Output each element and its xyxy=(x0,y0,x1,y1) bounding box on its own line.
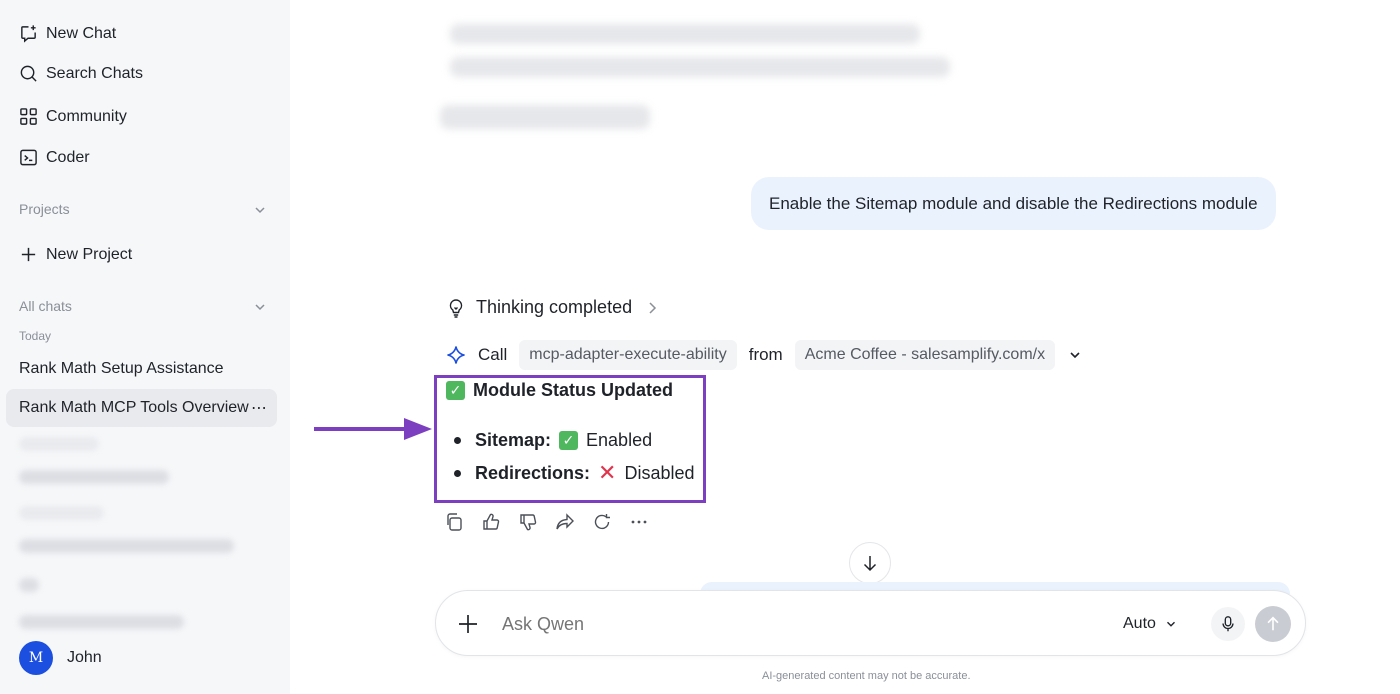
bullet-icon xyxy=(454,469,461,477)
chevron-down-icon[interactable] xyxy=(252,202,268,218)
blurred-content xyxy=(450,57,950,77)
status-title: ✓ Module Status Updated xyxy=(446,380,673,401)
chat-item-label: Rank Math MCP Tools Overview xyxy=(19,399,249,416)
search-icon xyxy=(20,65,37,82)
search-chats-label: Search Chats xyxy=(46,64,143,82)
chat-item[interactable]: Rank Math Setup Assistance xyxy=(19,360,224,378)
chat-input-box: Auto xyxy=(435,590,1306,656)
chat-item-active[interactable]: Rank Math MCP Tools Overview ⋯ xyxy=(6,389,277,427)
new-chat-label: New Chat xyxy=(46,24,117,42)
copy-icon[interactable] xyxy=(444,512,464,532)
lightbulb-icon xyxy=(449,298,463,318)
more-options-icon[interactable] xyxy=(629,512,649,532)
community-button[interactable]: Community xyxy=(19,107,127,126)
from-label: from xyxy=(748,345,783,364)
check-mark-icon: ✓ xyxy=(446,381,465,400)
regenerate-icon[interactable] xyxy=(592,512,612,532)
new-chat-button[interactable]: New Chat xyxy=(19,24,116,43)
microphone-icon xyxy=(1222,616,1234,632)
community-label: Community xyxy=(46,107,127,125)
tool-name-pill: mcp-adapter-execute-ability xyxy=(519,340,737,370)
ai-disclaimer: AI-generated content may not be accurate… xyxy=(762,670,971,682)
cross-mark-icon: ✕ xyxy=(598,460,617,485)
chevron-down-icon[interactable] xyxy=(1067,347,1083,363)
bullet-icon xyxy=(454,437,461,444)
chat-input[interactable] xyxy=(502,614,1062,635)
blurred-chat-heading xyxy=(19,506,104,520)
search-chats-button[interactable]: Search Chats xyxy=(19,64,143,83)
user-message-bubble: Enable the Sitemap module and disable th… xyxy=(751,177,1276,230)
status-item-key: Sitemap: xyxy=(475,430,552,450)
blurred-chat-item[interactable] xyxy=(19,470,169,484)
new-chat-icon xyxy=(21,25,36,43)
microphone-button[interactable] xyxy=(1211,607,1245,641)
status-item-value: Disabled xyxy=(624,462,695,483)
call-label: Call xyxy=(478,345,508,364)
blurred-chat-item[interactable] xyxy=(19,615,184,629)
status-title-text: Module Status Updated xyxy=(473,380,674,400)
thinking-label: Thinking completed xyxy=(476,297,633,317)
blurred-chat-item[interactable] xyxy=(19,539,234,553)
thumbs-down-icon[interactable] xyxy=(518,512,538,532)
scroll-down-button[interactable] xyxy=(849,542,891,584)
annotation-arrow-icon xyxy=(314,418,432,440)
status-item-redirections: Redirections: ✕ Disabled xyxy=(454,462,695,484)
sparkle-icon xyxy=(447,346,465,364)
coder-button[interactable]: Coder xyxy=(19,148,90,167)
thinking-status[interactable]: Thinking completed xyxy=(446,297,662,318)
blurred-content xyxy=(440,105,650,129)
projects-heading: Projects xyxy=(19,201,70,217)
chevron-down-icon xyxy=(1166,621,1175,627)
plus-icon xyxy=(21,247,36,262)
avatar: M xyxy=(19,641,53,675)
mode-select[interactable]: Auto xyxy=(1123,615,1178,633)
arrow-down-icon xyxy=(863,556,877,572)
share-icon[interactable] xyxy=(555,512,575,532)
check-mark-icon: ✓ xyxy=(559,431,579,450)
status-item-key: Redirections: xyxy=(475,462,591,483)
source-pill: Acme Coffee - salesamplify.com/x xyxy=(794,340,1056,370)
blurred-content xyxy=(450,24,920,44)
blurred-chat-item[interactable] xyxy=(19,578,39,592)
blurred-chat-heading xyxy=(19,437,99,451)
sidebar: New Chat Search Chats Community Coder Pr… xyxy=(0,0,290,694)
attach-plus-icon[interactable] xyxy=(456,612,480,636)
more-options-icon[interactable]: ⋯ xyxy=(251,398,267,418)
user-name: John xyxy=(67,649,102,666)
arrow-up-icon xyxy=(1267,616,1279,631)
new-project-button[interactable]: New Project xyxy=(19,245,132,264)
terminal-icon xyxy=(20,149,37,166)
app-root: New Chat Search Chats Community Coder Pr… xyxy=(0,0,1400,694)
all-chats-heading: All chats xyxy=(19,298,72,314)
mode-select-label: Auto xyxy=(1123,615,1156,632)
status-item-value: Enabled xyxy=(586,430,653,450)
chat-main: Enable the Sitemap module and disable th… xyxy=(290,0,1400,694)
chevron-right-icon xyxy=(649,301,657,314)
send-button[interactable] xyxy=(1255,606,1291,642)
new-project-label: New Project xyxy=(46,245,133,263)
chevron-down-icon[interactable] xyxy=(252,299,268,315)
user-profile[interactable]: M John xyxy=(19,641,102,675)
thumbs-up-icon[interactable] xyxy=(481,512,501,532)
today-heading: Today xyxy=(19,329,52,343)
message-actions xyxy=(444,512,649,532)
grid-icon xyxy=(20,108,37,125)
coder-label: Coder xyxy=(46,148,90,166)
tool-call-row[interactable]: Call mcp-adapter-execute-ability from Ac… xyxy=(446,340,1083,370)
status-item-sitemap: Sitemap: ✓ Enabled xyxy=(454,430,652,451)
